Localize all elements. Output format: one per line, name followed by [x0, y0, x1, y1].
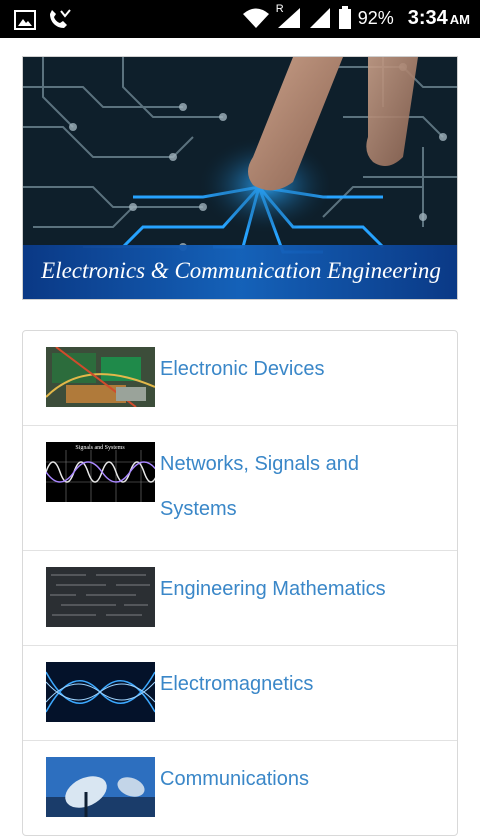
signal-icon: [309, 8, 330, 28]
status-bar: R 92% 3:34 AM: [0, 0, 480, 38]
header-banner: Electronics & Communication Engineering: [22, 56, 458, 300]
subject-list: Electronic Devices Signals and Systems N…: [22, 330, 458, 836]
battery-percent: 92%: [357, 7, 394, 28]
battery-icon: [338, 6, 351, 29]
image-icon: [14, 10, 36, 30]
subject-label[interactable]: Electromagnetics: [160, 673, 313, 695]
thumb-caption: Signals and Systems: [75, 445, 125, 451]
roaming-indicator: R: [275, 3, 284, 15]
missed-call-icon: [50, 9, 71, 28]
subject-label[interactable]: Networks, Signals and Systems: [160, 453, 359, 520]
list-item[interactable]: Electromagnetics: [23, 646, 457, 741]
waves-thumbnail: [46, 662, 155, 722]
list-item[interactable]: Signals and Systems Networks, Signals an…: [23, 426, 457, 551]
math-formulas-thumbnail: [46, 567, 155, 627]
wifi-icon: [242, 8, 269, 28]
subject-label[interactable]: Communications: [160, 768, 309, 790]
clock: 3:34 AM: [408, 7, 470, 30]
ampm-text: AM: [449, 11, 470, 27]
list-item[interactable]: Communications: [23, 741, 457, 835]
circuit-board-banner-image: Electronics & Communication Engineering: [23, 57, 457, 299]
subject-label[interactable]: Electronic Devices: [160, 358, 325, 380]
list-item[interactable]: Engineering Mathematics: [23, 551, 457, 646]
time-text: 3:34: [407, 6, 448, 29]
satellite-dish-thumbnail: [46, 757, 155, 817]
banner-title: Electronics & Communication Engineering: [40, 258, 441, 283]
signal-icon: R: [275, 3, 302, 30]
circuit-board-thumbnail: [46, 347, 155, 407]
signals-and-systems-thumbnail: Signals and Systems: [46, 442, 155, 502]
list-item[interactable]: Electronic Devices: [23, 331, 457, 426]
subject-label[interactable]: Engineering Mathematics: [160, 578, 386, 600]
